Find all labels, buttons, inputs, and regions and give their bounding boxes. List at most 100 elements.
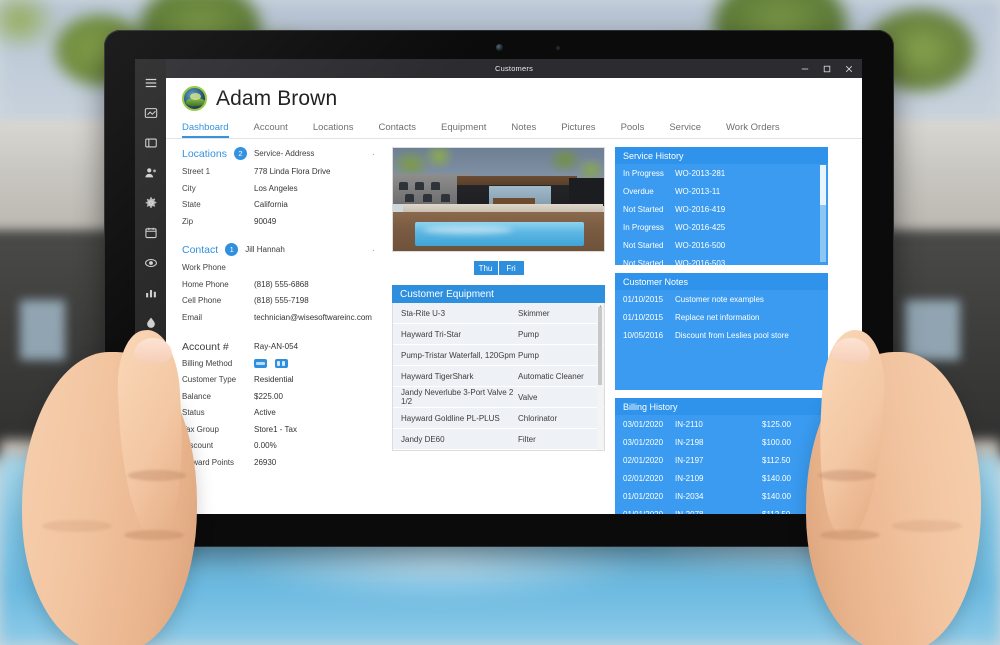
tab-locations[interactable]: Locations (313, 122, 367, 138)
scrollbar-thumb[interactable] (598, 307, 602, 385)
field-value: 0.00% (254, 441, 277, 450)
day-button-thu[interactable]: Thu (473, 261, 499, 275)
billing-method-icons (254, 356, 288, 373)
background-window (20, 300, 65, 360)
front-camera-icon (496, 44, 503, 51)
day-button-fri[interactable]: Fri (498, 261, 524, 275)
field-row: Cell Phone (818) 555-7198 (182, 293, 382, 310)
scrollbar-thumb[interactable] (820, 165, 826, 205)
credit-card-icon[interactable] (275, 359, 288, 369)
tab-notes[interactable]: Notes (511, 122, 549, 138)
media-equipment-column: Thu Fri Customer Equipment Sta-Rite U-3 S… (392, 147, 605, 514)
menu-icon[interactable] (135, 68, 166, 98)
service-history-title: Service History (615, 147, 828, 164)
table-row[interactable]: 01/01/2020 IN-2078 $112.50 (615, 505, 828, 515)
settings-icon[interactable] (135, 188, 166, 218)
close-icon[interactable] (838, 59, 860, 78)
field-row: Tax Group Store1 - Tax (182, 422, 382, 439)
table-row[interactable]: Hayward Goldline PL-PLUS Chlorinator (393, 408, 604, 429)
customers-icon[interactable] (135, 158, 166, 188)
tab-bar[interactable]: Dashboard Account Locations Contacts Equ… (166, 115, 862, 139)
field-value: technician@wisesoftwareinc.com (254, 312, 372, 322)
note-text: Replace net information (675, 312, 760, 322)
tab-pools[interactable]: Pools (621, 122, 658, 138)
field-row: Email technician@wisesoftwareinc.com (182, 310, 382, 327)
list-item[interactable]: 01/10/2015 Replace net information (615, 308, 828, 326)
billing-history-panel: Billing History 03/01/2020 IN-2110 $125.00… (615, 398, 828, 514)
table-row[interactable]: 01/01/2020 IN-2034 $140.00 (615, 487, 828, 505)
field-value: (818) 555-7198 (254, 296, 309, 305)
dashboard-icon[interactable] (135, 98, 166, 128)
invoice-number: IN-2197 (675, 455, 704, 465)
invoice-date: 03/01/2020 (623, 437, 664, 447)
invoice-date: 01/01/2020 (623, 509, 664, 515)
tab-work-orders[interactable]: Work Orders (726, 122, 793, 138)
table-row[interactable]: 03/01/2020 IN-2198 $100.00 (615, 433, 828, 451)
field-row: Balance $225.00 (182, 389, 382, 406)
contact-more-icon[interactable]: · (372, 245, 382, 255)
service-status: Not Started (623, 258, 664, 268)
window-controls[interactable] (794, 59, 860, 78)
field-row: Customer Type Residential (182, 372, 382, 389)
locations-more-icon[interactable]: · (372, 149, 382, 159)
tab-dashboard[interactable]: Dashboard (182, 122, 241, 138)
table-row[interactable]: Not Started WO-2016-419 (615, 200, 828, 218)
field-row: City Los Angeles (182, 181, 382, 198)
field-label: Zip (182, 216, 194, 226)
equipment-name: Jandy Neverlube 3-Port Valve 2 1/2 (401, 388, 514, 406)
field-row: Discount 0.00% (182, 438, 382, 455)
table-row[interactable]: Jandy Neverlube 3-Port Valve 2 1/2 Valve (393, 387, 604, 408)
reports-icon[interactable] (135, 278, 166, 308)
maximize-icon[interactable] (816, 59, 838, 78)
service-history-scrollbar[interactable] (820, 165, 826, 262)
tab-contacts[interactable]: Contacts (378, 122, 429, 138)
table-row[interactable]: Hayward Tri-Star Pump (393, 324, 604, 345)
tab-pictures[interactable]: Pictures (561, 122, 608, 138)
note-date: 10/05/2016 (623, 330, 664, 340)
table-row[interactable]: Overdue WO-2013-11 (615, 182, 828, 200)
table-row[interactable]: In Progress WO-2013-281 (615, 164, 828, 182)
field-label: Customer Type (182, 375, 237, 384)
table-row[interactable]: 02/01/2020 IN-2109 $140.00 (615, 469, 828, 487)
table-row[interactable]: Sta-Rite U-3 Skimmer (393, 303, 604, 324)
screenshot-scene: Customers Adam Brown Dashboard Account L… (0, 0, 1000, 645)
list-item[interactable]: 10/05/2016 Discount from Leslies pool sto… (615, 326, 828, 344)
card-icon[interactable] (135, 128, 166, 158)
field-label: City (182, 183, 196, 193)
field-row: Reward Points 26930 (182, 455, 382, 472)
invoice-amount: $100.00 (762, 437, 791, 447)
payments-icon[interactable] (135, 248, 166, 278)
invoice-number: IN-2110 (675, 419, 703, 429)
equipment-table: Sta-Rite U-3 Skimmer Hayward Tri-Star Pump… (392, 303, 605, 451)
field-label: Balance (182, 391, 211, 401)
service-history-panel: Service History In Progress WO-2013-281 O… (615, 147, 828, 268)
invoice-date: 03/01/2020 (623, 419, 664, 429)
contact-section-header: Contact 1 Jill Hannah · (182, 243, 382, 256)
table-row[interactable]: In Progress WO-2016-425 (615, 218, 828, 236)
table-row[interactable]: Not Started WO-2016-500 (615, 236, 828, 254)
field-row: Status Active (182, 405, 382, 422)
day-toggle-group[interactable]: Thu Fri (392, 261, 605, 275)
table-row[interactable]: 02/01/2020 IN-2197 $112.50 (615, 451, 828, 469)
invoice-number: IN-2109 (675, 473, 704, 483)
check-icon[interactable] (254, 359, 267, 369)
list-item[interactable]: 01/10/2015 Customer note examples (615, 290, 828, 308)
minimize-icon[interactable] (794, 59, 816, 78)
note-text: Customer note examples (675, 294, 764, 304)
background-window (905, 300, 960, 360)
customer-notes-title: Customer Notes (615, 273, 828, 290)
table-row[interactable]: Jandy DE60 Filter (393, 429, 604, 450)
schedule-icon[interactable] (135, 218, 166, 248)
tab-equipment[interactable]: Equipment (441, 122, 499, 138)
table-row[interactable]: Hayward TigerShark Automatic Cleaner (393, 366, 604, 387)
tab-service[interactable]: Service (669, 122, 714, 138)
equipment-name: Pump-Tristar Waterfall, 120Gpm (401, 350, 516, 360)
table-row[interactable]: 03/01/2020 IN-2110 $125.00 (615, 415, 828, 433)
table-row[interactable]: Not Started WO-2016-503 (615, 254, 828, 272)
table-row[interactable]: Pump-Tristar Waterfall, 120Gpm Pump (393, 345, 604, 366)
equipment-scrollbar[interactable]: ▲ (597, 303, 603, 450)
window-titlebar: Customers (166, 59, 862, 78)
field-row: Work Phone (182, 260, 382, 277)
tab-account[interactable]: Account (253, 122, 300, 138)
